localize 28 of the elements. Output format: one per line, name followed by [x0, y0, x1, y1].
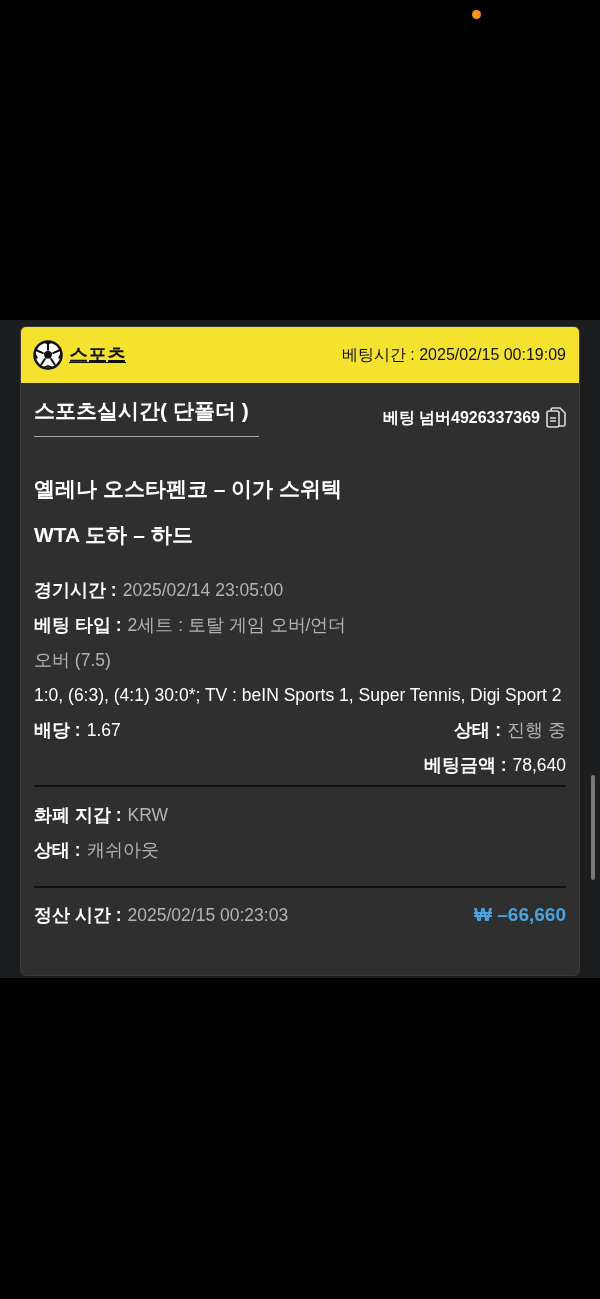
field-value: 2세트 : 토탈 게임 오버/언더: [127, 615, 347, 635]
bet-time: 베팅시간 : 2025/02/15 00:19:09: [341, 344, 566, 365]
field-value: KRW: [127, 805, 169, 825]
copy-icon[interactable]: [546, 407, 566, 429]
selection-text: 오버 (7.5): [34, 650, 111, 670]
field-label: 상태 :: [34, 840, 81, 860]
soccer-ball-icon: [33, 340, 63, 370]
field-label: 경기시간 :: [34, 580, 117, 600]
field-value: 캐쉬아웃: [86, 840, 159, 860]
field-value: 1.67: [86, 720, 121, 740]
bet-title: 스포츠실시간( 단폴더 ): [34, 397, 259, 437]
league-name: WTA 도하 – 하드: [34, 522, 194, 548]
match-name: 옐레나 오스타펜코 – 이가 스위텍: [34, 476, 344, 502]
field-label: 베팅금액 :: [423, 755, 507, 775]
field-label: 정산 시간 :: [34, 905, 122, 925]
field-value: 2025/02/14 23:05:00: [122, 580, 284, 600]
score-text: 1:0, (6:3), (4:1) 30:0*; TV : beIN Sports 1, Super Tennis, Digi Sport 2: [34, 685, 562, 705]
status-dot-icon: [472, 10, 481, 19]
field-label: 상태 :: [454, 720, 502, 740]
field-label: 베팅 타입 :: [34, 615, 122, 635]
field-value: 2025/02/15 00:23:03: [127, 905, 289, 925]
category-link[interactable]: 스포츠: [69, 342, 126, 368]
payout-amount: ₩ –66,660: [474, 903, 566, 927]
field-value: 진행 중: [507, 720, 566, 740]
bet-number: 베팅 넘버4926337369: [382, 407, 540, 428]
field-label: 화폐 지갑 :: [34, 805, 122, 825]
field-label: 배당 :: [34, 720, 81, 740]
field-value: 78,640: [512, 755, 566, 775]
